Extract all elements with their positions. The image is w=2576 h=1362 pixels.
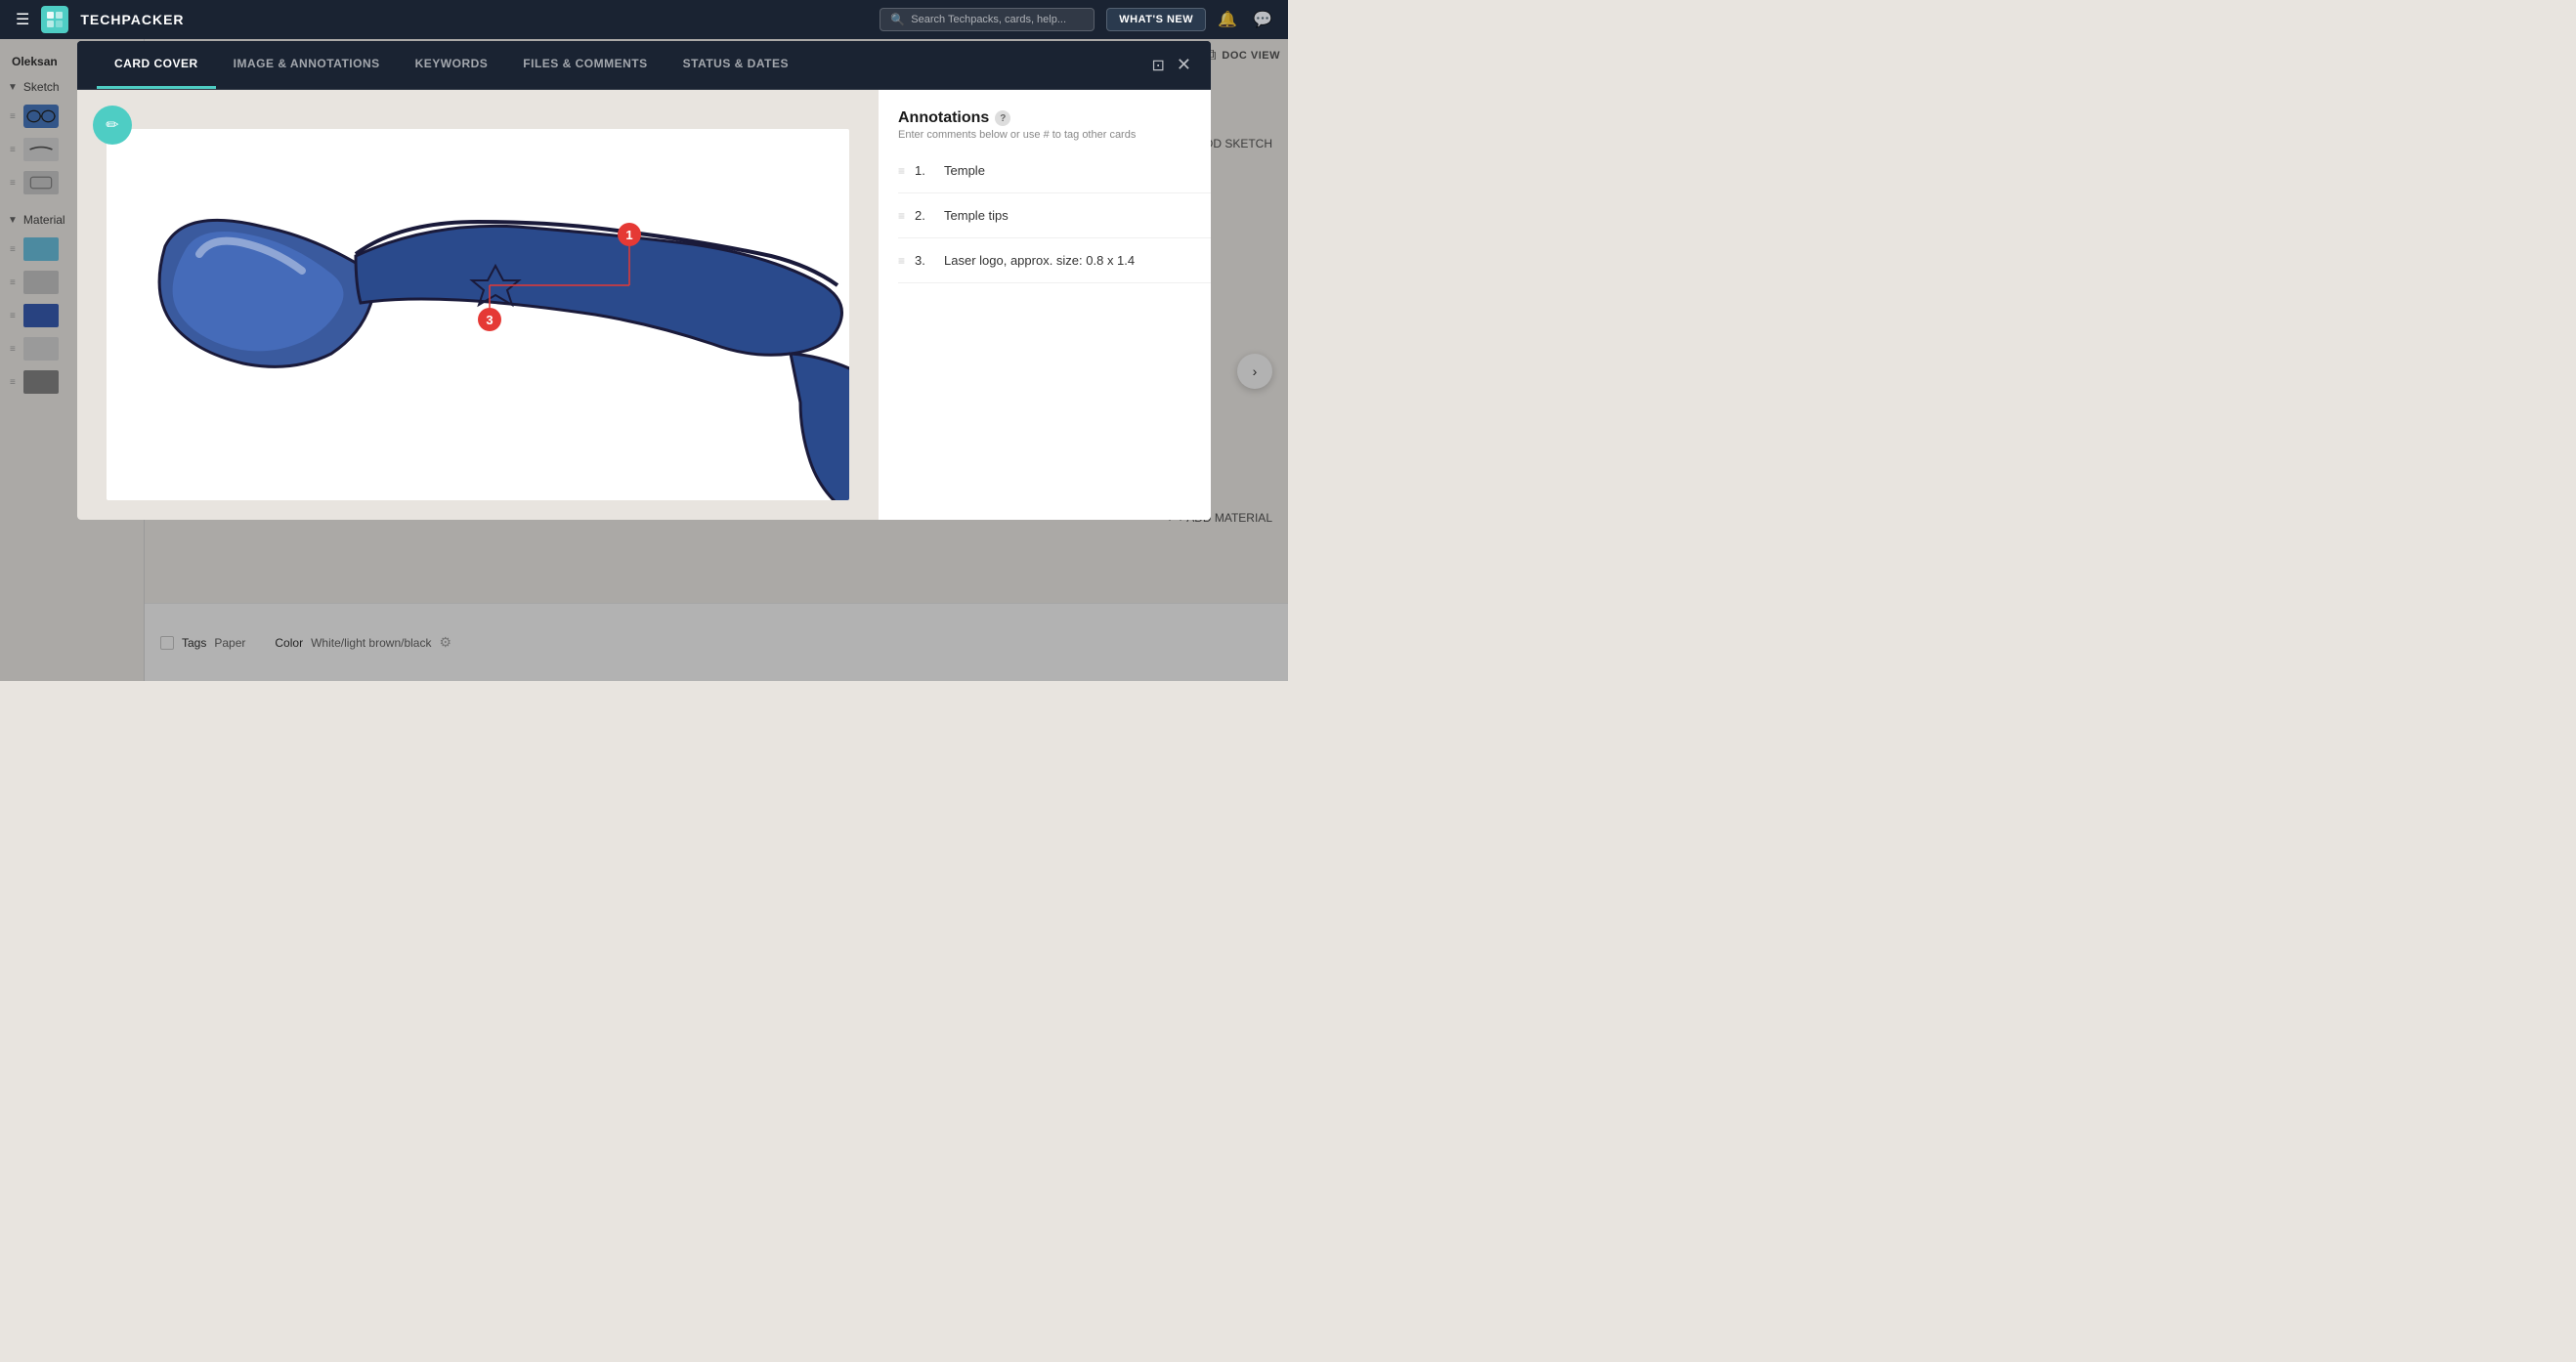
search-bar[interactable]: 🔍 Search Techpacks, cards, help...	[880, 8, 1095, 31]
tab-keywords[interactable]: KEYWORDS	[398, 41, 506, 89]
drag-handle-icon: ≡	[898, 254, 905, 268]
annotation-item-2: ≡ 2. Temple tips ⋮	[898, 193, 1211, 238]
top-bar-icons: 🔔 💬	[1218, 10, 1272, 29]
glasses-illustration: 1 2 3	[107, 129, 849, 500]
modal-body: ✏	[77, 90, 1211, 520]
whats-new-button[interactable]: WHAT'S NEW	[1106, 8, 1206, 31]
modal-actions: ⊡ ✕	[1152, 55, 1192, 75]
menu-icon[interactable]: ☰	[16, 10, 29, 29]
search-placeholder: Search Techpacks, cards, help...	[911, 14, 1066, 25]
image-area: ✏	[77, 90, 879, 520]
search-icon: 🔍	[890, 13, 905, 26]
drag-handle-icon: ≡	[898, 164, 905, 178]
modal: CARD COVER IMAGE & ANNOTATIONS KEYWORDS …	[77, 41, 1211, 520]
pencil-icon: ✏	[106, 115, 118, 135]
logo-mark	[41, 6, 68, 33]
annotation-text: Temple	[944, 163, 1203, 178]
notification-icon[interactable]: 🔔	[1218, 10, 1237, 29]
annotations-panel: Annotations ? Enter comments below or us…	[879, 90, 1211, 520]
annotations-header: Annotations ? Enter comments below or us…	[898, 109, 1211, 141]
close-button[interactable]: ✕	[1177, 55, 1191, 75]
drag-handle-icon: ≡	[898, 209, 905, 223]
modal-tabs: CARD COVER IMAGE & ANNOTATIONS KEYWORDS …	[77, 41, 1211, 90]
tab-card-cover[interactable]: CARD COVER	[97, 41, 216, 89]
info-icon[interactable]: ?	[995, 110, 1010, 126]
tab-files-comments[interactable]: FILES & COMMENTS	[505, 41, 665, 89]
svg-text:3: 3	[486, 313, 493, 327]
top-bar: ☰ TECHPACKER 🔍 Search Techpacks, cards, …	[0, 0, 1288, 39]
annotation-number: 1.	[915, 163, 934, 178]
image-container: 1 2 3	[107, 129, 849, 500]
annotations-title: Annotations ?	[898, 109, 1136, 127]
annotation-item-3: ≡ 3. Laser logo, approx. size: 0.8 x 1.4…	[898, 238, 1211, 283]
annotation-text: Laser logo, approx. size: 0.8 x 1.4	[944, 253, 1203, 268]
annotation-number: 2.	[915, 208, 934, 223]
app-title: TECHPACKER	[80, 12, 184, 27]
tab-image-annotations[interactable]: IMAGE & ANNOTATIONS	[216, 41, 398, 89]
edit-button[interactable]: ✏	[93, 106, 132, 145]
tab-status-dates[interactable]: STATUS & DATES	[665, 41, 806, 89]
modal-overlay: CARD COVER IMAGE & ANNOTATIONS KEYWORDS …	[0, 39, 1288, 681]
annotation-text: Temple tips	[944, 208, 1203, 223]
svg-text:1: 1	[625, 228, 632, 242]
messages-icon[interactable]: 💬	[1253, 10, 1272, 29]
annotation-item-1: ≡ 1. Temple ⋮	[898, 149, 1211, 193]
annotation-number: 3.	[915, 253, 934, 268]
expand-button[interactable]: ⊡	[1152, 56, 1165, 75]
annotations-title-text: Annotations	[898, 109, 989, 127]
main-layout: Oleksan ▼ Sketch ≡	[0, 39, 1288, 681]
annotations-subtitle: Enter comments below or use # to tag oth…	[898, 129, 1136, 141]
